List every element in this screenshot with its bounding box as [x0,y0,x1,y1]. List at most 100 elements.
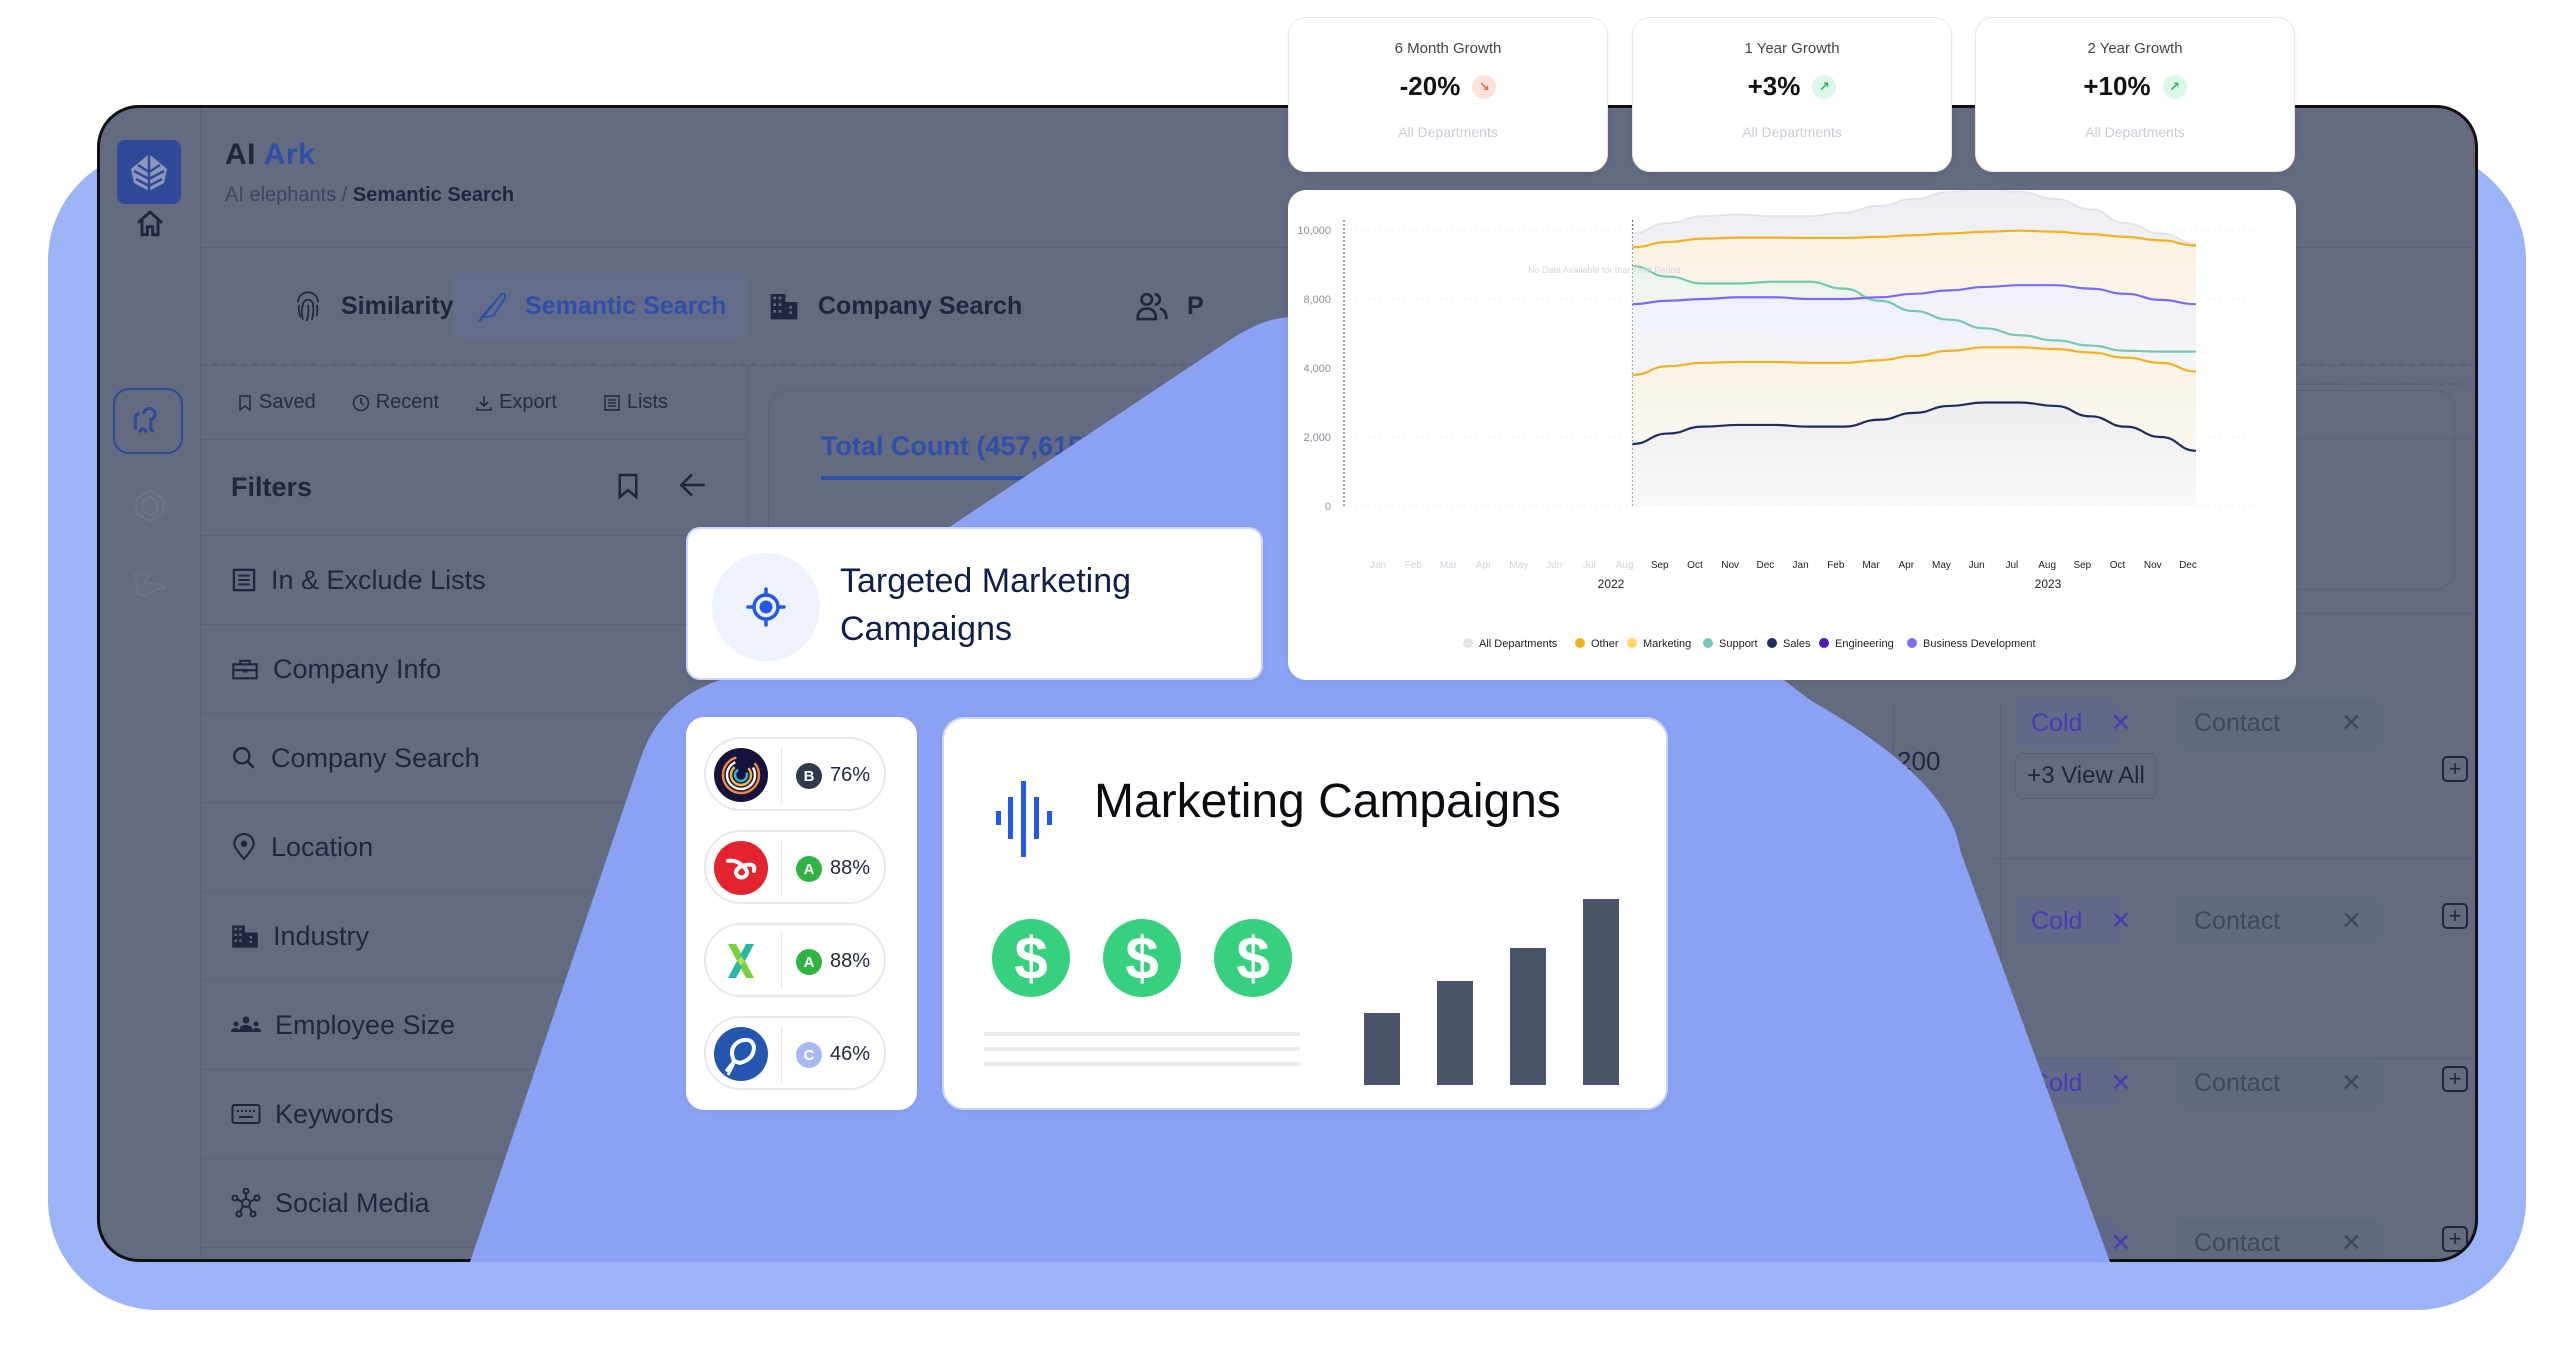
no-data-note: No Data Available for that Time Period [1528,265,1680,275]
x-tick-label: Apr [1476,560,1492,571]
x-tick-label: Dec [2179,560,2197,571]
y-tick-label: 0 [1325,501,1331,513]
dollar-coin-icon: $ [992,919,1070,997]
growth-card-1-year: 1 Year Growth +3% ↗ All Departments [1632,17,1952,172]
growth-value: +3% [1747,71,1801,101]
dollar-coin-icon: $ [1214,919,1292,997]
growth-value: -20% [1399,71,1461,101]
x-tick-label: Jul [2006,560,2019,571]
legend-label: Support [1719,638,1758,650]
divider [781,747,782,803]
legend-label: Other [1591,638,1619,650]
x-tick-label: Dec [1756,560,1774,571]
target-icon-wrap [712,553,820,661]
company-score-item[interactable]: A 88% [704,830,886,904]
mini-bar [1364,1012,1400,1085]
legend-label: Sales [1783,638,1811,650]
rings-logo-icon [714,748,768,802]
legend-label: Business Development [1923,638,2036,650]
growth-subtitle: All Departments [1398,124,1498,140]
divider [781,840,782,896]
divider [781,1026,782,1082]
legend-marker [1907,638,1917,648]
y-tick-label: 4,000 [1303,363,1331,375]
y-tick-label: 10,000 [1297,225,1331,237]
trend-up-icon: ↗ [2162,74,2187,99]
legend-marker [1767,638,1777,648]
legend-marker [1575,638,1585,648]
x-tick-label: Sep [1651,560,1669,571]
x-tick-label: Nov [1721,560,1739,571]
y-tick-label: 8,000 [1303,294,1331,306]
legend-label: Marketing [1643,638,1691,650]
x-tick-label: Aug [2038,560,2056,571]
growth-title: 2 Year Growth [2087,40,2183,57]
legend-marker [1819,638,1829,648]
department-growth-chart: Jan Feb Mar Apr May Jun Jul Aug Sep Oct Nov Dec Jan F… [1288,190,2296,680]
legend-marker [1627,638,1637,648]
x-tick-label: Jan [1793,560,1809,571]
placeholder-line [984,1032,1300,1036]
x-tick-label: Mar [1440,560,1458,571]
company-score-item[interactable]: A 88% [704,923,886,997]
grade-badge: A [796,856,822,882]
x-tick-label: Mar [1862,560,1880,571]
growth-subtitle: All Departments [1742,124,1842,140]
score-value: 88% [830,950,871,972]
company-scores-card: B 76% A 88% A 88% C 46% [686,717,917,1110]
rocket-logo-icon [714,1027,768,1081]
trend-up-icon: ↗ [1812,74,1837,99]
placeholder-line [984,1062,1300,1066]
mini-bar [1437,980,1473,1085]
targeted-marketing-card: Targeted Marketing Campaigns [686,527,1263,680]
company-score-item[interactable]: B 76% [704,737,886,811]
growth-value: +10% [2083,71,2151,101]
growth-card-6-month: 6 Month Growth -20% ↘ All Departments [1288,17,1608,172]
marketing-card-title: Marketing Campaigns [1094,775,1561,828]
x-tick-label: Oct [1687,560,1703,571]
score-value: 88% [830,857,871,879]
x-tick-label: Jun [1969,560,1985,571]
legend-label: All Departments [1479,638,1558,650]
placeholder-line [984,1047,1300,1051]
legend-marker [1703,638,1713,648]
x-tick-label: May [1932,560,1951,571]
grade-badge: C [796,1042,822,1068]
targeted-card-text: Targeted Marketing Campaigns [840,562,1132,648]
mini-bar [1510,948,1546,1085]
grade-badge: A [796,949,822,975]
grade-badge: B [796,763,822,789]
growth-title: 1 Year Growth [1744,40,1840,57]
mini-bar [1583,898,1619,1085]
x-tick-label: Aug [1616,560,1634,571]
score-value: 46% [830,1043,871,1065]
x-tick-label: Jun [1546,560,1562,571]
x-tick-label: May [1509,560,1528,571]
x-tick-label: Feb [1405,560,1423,571]
x-tick-label: Nov [2144,560,2162,571]
y-tick-label: 2,000 [1303,432,1331,444]
chart-svg: Jan Feb Mar Apr May Jun Jul Aug Sep Oct Nov Dec Jan F… [1297,190,2258,650]
growth-card-2-year: 2 Year Growth +10% ↗ All Departments [1975,17,2295,172]
x-tick-label: Apr [1898,560,1914,571]
year-label-2023: 2023 [2035,577,2062,591]
legend-marker [1463,638,1473,648]
soundwave-icon [996,781,1052,857]
divider [781,933,782,989]
x-logo-icon [714,934,768,988]
marketing-campaigns-card: Marketing Campaigns $ $ $ [942,717,1668,1110]
dollar-coin-icon: $ [1103,919,1181,997]
x-tick-label: Jul [1583,560,1596,571]
company-score-item[interactable]: C 46% [704,1016,886,1090]
swirl-logo-icon [714,841,768,895]
growth-subtitle: All Departments [2085,124,2185,140]
score-value: 76% [830,764,871,786]
target-icon [746,587,786,627]
x-tick-label: Sep [2073,560,2091,571]
x-tick-label: Jan [1370,560,1386,571]
growth-title: 6 Month Growth [1394,40,1502,57]
year-label-2022: 2022 [1598,577,1625,591]
x-tick-label: Oct [2110,560,2126,571]
legend-label: Engineering [1835,638,1894,650]
trend-down-icon: ↘ [1472,74,1497,99]
